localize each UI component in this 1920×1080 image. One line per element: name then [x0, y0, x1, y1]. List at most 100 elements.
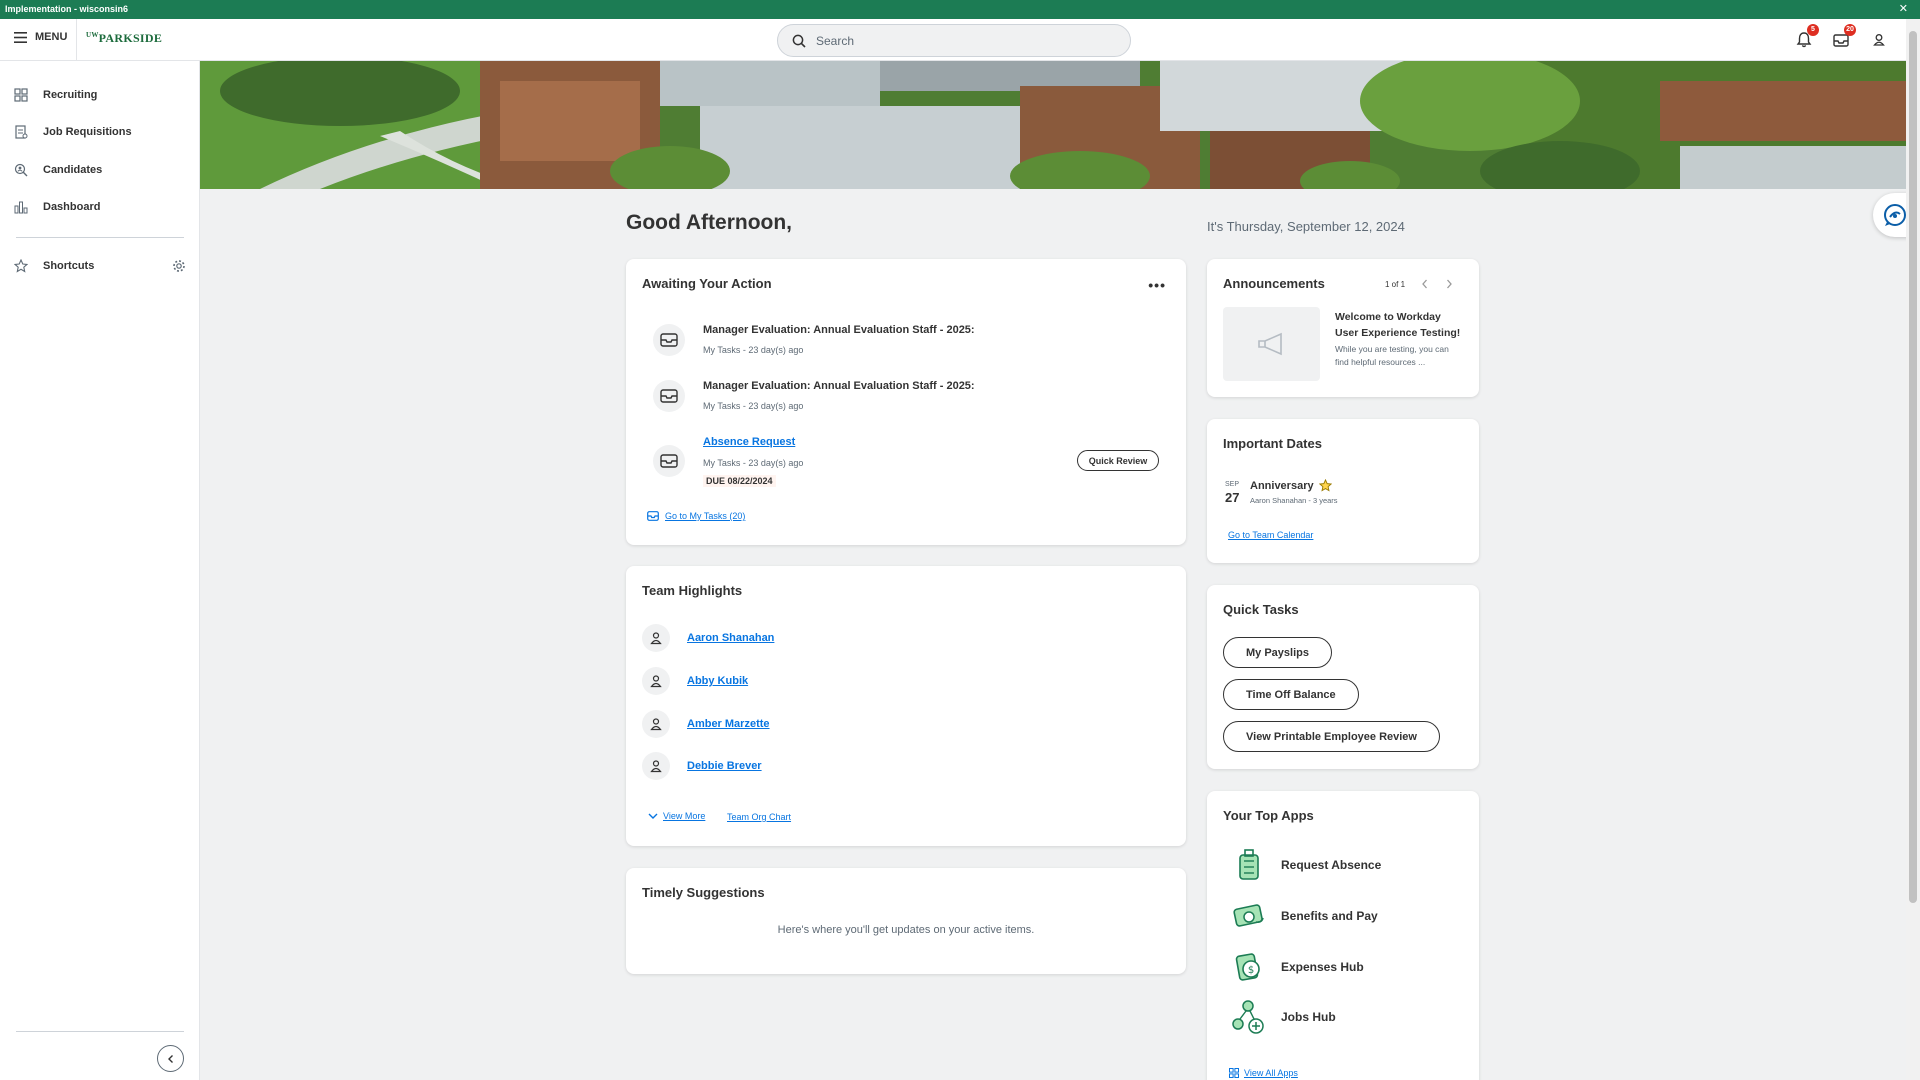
absence-request-link[interactable]: Absence Request — [703, 436, 795, 448]
sidebar-item-label: Shortcuts — [43, 260, 95, 272]
page-scrollbar[interactable] — [1906, 19, 1920, 1080]
my-payslips-button[interactable]: My Payslips — [1223, 637, 1332, 668]
go-to-tasks-link[interactable]: Go to My Tasks (20) — [647, 511, 745, 521]
view-more-button[interactable]: View More — [648, 811, 705, 821]
menu-button[interactable]: MENU — [14, 31, 67, 43]
announcement-headline[interactable]: Welcome to Workday User Experience Testi… — [1335, 309, 1467, 341]
app-label: Expenses Hub — [1281, 960, 1364, 974]
sidebar-divider — [16, 237, 184, 238]
task-title: Manager Evaluation: Annual Evaluation St… — [703, 324, 975, 336]
team-member[interactable]: Debbie Brever — [642, 752, 762, 780]
announcements-card: Announcements 1 of 1 Welcome to Workday … — [1207, 259, 1479, 397]
app-jobs-hub[interactable]: Jobs Hub — [1229, 997, 1336, 1037]
inbox-icon — [647, 511, 659, 521]
time-off-balance-button[interactable]: Time Off Balance — [1223, 679, 1359, 710]
sidebar-item-label: Dashboard — [43, 201, 101, 213]
team-highlights-card: Team Highlights Aaron Shanahan Abby Kubi… — [626, 566, 1186, 846]
sidebar-item-label: Job Requisitions — [43, 126, 132, 138]
gear-icon[interactable] — [172, 259, 186, 273]
app-request-absence[interactable]: Request Absence — [1229, 845, 1381, 885]
important-dates-card: Important Dates SEP 27 Anniversary Aaron… — [1207, 419, 1479, 563]
app-label: Benefits and Pay — [1281, 909, 1378, 923]
environment-title: Implementation - wisconsin6 — [5, 4, 129, 14]
megaphone-icon — [1257, 332, 1282, 356]
app-expenses-hub[interactable]: $ Expenses Hub — [1229, 947, 1364, 987]
team-calendar-link[interactable]: Go to Team Calendar — [1228, 530, 1313, 540]
candidate-search-icon — [14, 163, 28, 177]
card-title: Quick Tasks — [1223, 602, 1299, 617]
avatar — [642, 752, 670, 780]
inbox-tray-icon — [653, 324, 685, 356]
date-month: SEP — [1225, 481, 1240, 488]
top-apps-card: Your Top Apps Request Absence Benefits a… — [1207, 791, 1479, 1080]
card-title: Important Dates — [1223, 436, 1322, 451]
team-member-name[interactable]: Amber Marzette — [687, 718, 770, 730]
view-printable-review-button[interactable]: View Printable Employee Review — [1223, 721, 1440, 752]
sidebar-bottom-divider — [16, 1031, 184, 1032]
team-member[interactable]: Aaron Shanahan — [642, 624, 774, 652]
view-all-apps-link[interactable]: View All Apps — [1229, 1068, 1298, 1078]
announcement-thumbnail[interactable] — [1223, 307, 1320, 381]
grid-icon — [1229, 1068, 1239, 1078]
announcement-body: While you are testing, you can find help… — [1335, 344, 1449, 367]
user-icon — [650, 760, 662, 773]
quick-tasks-card: Quick Tasks My Payslips Time Off Balance… — [1207, 585, 1479, 769]
top-bar: MENU UWPARKSIDE Search 5 20 — [0, 19, 1906, 61]
chevron-left-icon — [167, 1054, 173, 1063]
card-title: Your Top Apps — [1223, 808, 1314, 823]
sidebar-item-shortcuts[interactable]: Shortcuts — [0, 251, 199, 281]
greeting: Good Afternoon, — [626, 211, 793, 234]
view-all-apps-label: View All Apps — [1244, 1068, 1298, 1078]
anniversary-event: Anniversary — [1250, 479, 1332, 492]
empty-state-message: Here's where you'll get updates on your … — [777, 924, 1035, 936]
home-logo[interactable]: UWPARKSIDE — [86, 31, 162, 46]
card-title: Announcements — [1223, 276, 1325, 291]
team-member-name[interactable]: Abby Kubik — [687, 675, 748, 687]
avatar — [642, 710, 670, 738]
inbox-tray-icon — [653, 445, 685, 477]
user-icon — [1873, 34, 1885, 46]
collapse-sidebar-button[interactable] — [157, 1045, 184, 1072]
team-member-name[interactable]: Debbie Brever — [687, 760, 762, 772]
hamburger-icon — [14, 31, 27, 43]
bar-chart-icon — [14, 201, 28, 214]
sidebar-item-dashboard[interactable]: Dashboard — [0, 192, 199, 222]
inbox-tray-icon — [653, 380, 685, 412]
sidebar-item-label: Candidates — [43, 164, 103, 176]
app-label: Request Absence — [1281, 858, 1382, 872]
team-member[interactable]: Amber Marzette — [642, 710, 770, 738]
environment-bar: Implementation - wisconsin6 ✕ — [0, 0, 1920, 19]
team-org-chart-link[interactable]: Team Org Chart — [727, 812, 791, 822]
team-member[interactable]: Abby Kubik — [642, 667, 748, 695]
notifications-button[interactable]: 5 — [1793, 24, 1819, 51]
search-input[interactable]: Search — [777, 24, 1131, 57]
more-options-icon[interactable]: ••• — [1148, 277, 1166, 293]
task-subtitle: My Tasks - 23 day(s) ago — [703, 458, 804, 468]
sidebar-item-job-requisitions[interactable]: Job Requisitions — [0, 117, 199, 147]
sidebar-item-recruiting[interactable]: Recruiting — [0, 80, 199, 110]
chevron-down-icon — [648, 813, 658, 819]
quick-review-button[interactable]: Quick Review — [1077, 450, 1159, 471]
logo-prefix: UW — [86, 31, 99, 39]
chevron-right-icon[interactable] — [1444, 278, 1454, 290]
hero-banner — [200, 61, 1906, 189]
profile-button[interactable] — [1868, 29, 1890, 51]
sidebar-item-candidates[interactable]: Candidates — [0, 155, 199, 185]
inbox-button[interactable]: 20 — [1830, 24, 1856, 51]
event-detail: Aaron Shanahan - 3 years — [1250, 496, 1338, 505]
people-network-icon — [1232, 1000, 1264, 1034]
menu-label: MENU — [35, 31, 68, 43]
view-more-label: View More — [663, 811, 706, 821]
awaiting-action-card: Awaiting Your Action ••• Manager Evaluat… — [626, 259, 1186, 545]
timely-suggestions-card: Timely Suggestions Here's where you'll g… — [626, 868, 1186, 974]
scrollbar-thumb[interactable] — [1909, 31, 1917, 903]
close-icon[interactable]: ✕ — [1899, 0, 1908, 19]
luggage-icon — [1239, 849, 1259, 880]
task-subtitle: My Tasks - 23 day(s) ago — [703, 401, 804, 411]
app-benefits-and-pay[interactable]: Benefits and Pay — [1229, 896, 1378, 936]
star-icon — [14, 259, 28, 273]
team-member-name[interactable]: Aaron Shanahan — [687, 632, 774, 644]
chevron-left-icon[interactable] — [1420, 278, 1430, 290]
logo-text: PARKSIDE — [98, 31, 163, 45]
sidebar: Recruiting Job Requisitions Candidates D… — [0, 61, 200, 1080]
